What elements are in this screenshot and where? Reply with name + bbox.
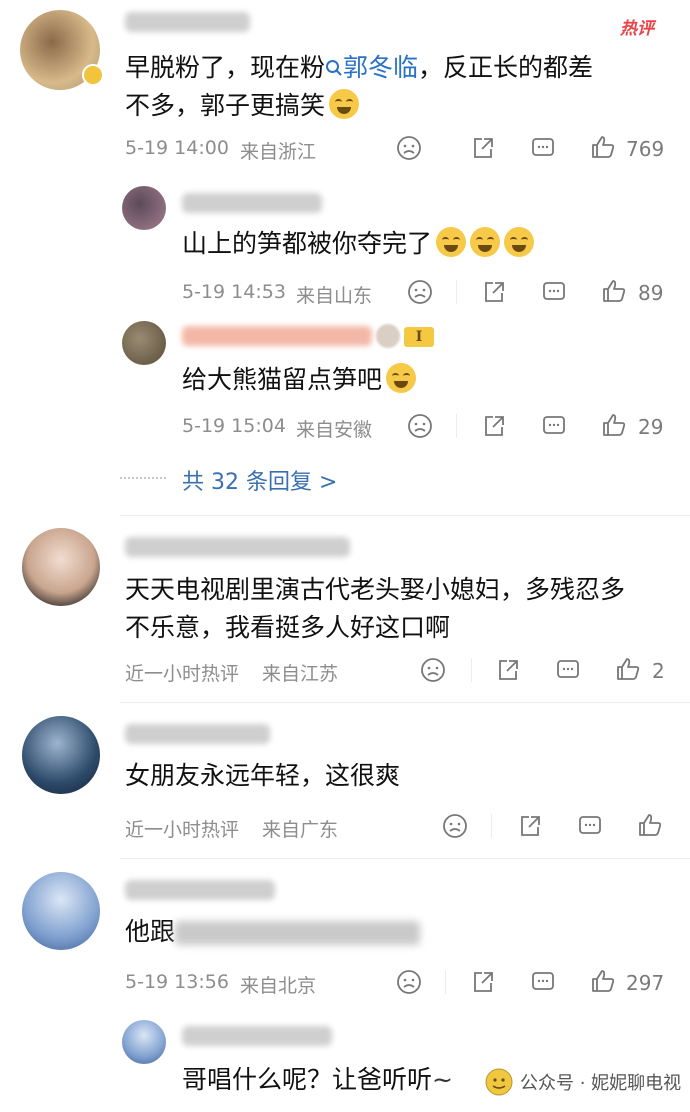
- like-icon[interactable]: [601, 412, 627, 438]
- comment-time: 近一小时热评: [125, 663, 240, 685]
- crying-emoji: [386, 363, 417, 393]
- like-count: 2: [652, 659, 665, 683]
- comment-icon[interactable]: [541, 279, 567, 305]
- like-icon[interactable]: [590, 134, 616, 160]
- like-icon[interactable]: [637, 812, 663, 838]
- like-icon[interactable]: [615, 656, 641, 682]
- laughing-emoji: [504, 227, 535, 257]
- reply-time: 5-19 15:04: [182, 415, 286, 437]
- avatar-small: [376, 324, 400, 348]
- comment-icon[interactable]: [541, 413, 567, 439]
- comment-text: 女朋友永远年轻，这很爽: [125, 761, 401, 790]
- divider: [456, 280, 457, 304]
- like-count: 769: [626, 137, 665, 161]
- laughing-emoji: [329, 89, 360, 119]
- dislike-icon[interactable]: [420, 657, 446, 683]
- comment-location: 来自广东: [262, 819, 339, 841]
- divider: [445, 970, 446, 994]
- share-icon[interactable]: [495, 657, 521, 683]
- dotted-line: [120, 477, 166, 479]
- comment-icon[interactable]: [577, 813, 603, 839]
- like-count: 297: [626, 971, 665, 995]
- blurred-text: [175, 921, 421, 945]
- username[interactable]: [182, 326, 372, 346]
- divider: [120, 515, 690, 516]
- username[interactable]: [125, 880, 275, 900]
- comment-time: 5-19 14:00: [125, 137, 229, 159]
- comment-text-line2: 不乐意，我看挺多人好这口啊: [125, 613, 451, 642]
- share-icon[interactable]: [517, 813, 543, 839]
- avatar[interactable]: [122, 321, 166, 365]
- username[interactable]: [182, 193, 322, 213]
- comment-text: 早脱粉了，现在粉 郭冬临，反正长的都差: [125, 53, 594, 82]
- vip-badge-icon: [82, 64, 104, 86]
- comment-icon[interactable]: [530, 969, 556, 995]
- comment-location: 来自浙江: [240, 141, 317, 163]
- reply-text: 山上的笋都被你夺完了: [182, 226, 535, 262]
- comment-location: 来自江苏: [262, 663, 339, 685]
- dislike-icon[interactable]: [396, 135, 422, 161]
- share-icon[interactable]: [470, 969, 496, 995]
- comment-icon[interactable]: [530, 135, 556, 161]
- more-replies-link[interactable]: 共 32 条回复 >: [182, 464, 337, 496]
- divider: [456, 414, 457, 438]
- comment-time: 5-19 13:56: [125, 971, 229, 993]
- laughing-emoji: [470, 227, 501, 257]
- like-count: 89: [638, 281, 664, 305]
- watermark: 公众号 · 妮妮聊电视: [484, 1067, 681, 1097]
- username[interactable]: [182, 1026, 332, 1046]
- dislike-icon[interactable]: [407, 279, 433, 305]
- share-icon[interactable]: [481, 279, 507, 305]
- comment-text: 天天电视剧里演古代老头娶小媳妇，多残忍多: [125, 575, 626, 604]
- comment-location: 来自北京: [240, 975, 317, 997]
- search-icon: [326, 60, 342, 76]
- level-badge: I: [404, 327, 434, 347]
- avatar[interactable]: [122, 1020, 166, 1064]
- dislike-icon[interactable]: [442, 813, 468, 839]
- divider: [120, 858, 690, 859]
- divider: [471, 658, 472, 682]
- hot-comment-badge: 热评: [620, 19, 654, 39]
- comment-icon[interactable]: [555, 657, 581, 683]
- share-icon[interactable]: [470, 135, 496, 161]
- avatar[interactable]: [22, 872, 100, 950]
- avatar[interactable]: [122, 186, 166, 230]
- reply-time: 5-19 14:53: [182, 281, 286, 303]
- reply-location: 来自山东: [296, 285, 373, 307]
- comment-text-line2: 不多，郭子更搞笑: [125, 88, 360, 124]
- divider: [491, 814, 492, 838]
- tilde-wave: ~: [432, 1065, 453, 1094]
- reply-text: 给大熊猫留点笋吧: [182, 362, 417, 398]
- wechat-official-account-icon: [485, 1068, 513, 1096]
- username[interactable]: [125, 724, 270, 744]
- comment-time: 近一小时热评: [125, 819, 240, 841]
- like-count: 29: [638, 415, 664, 439]
- divider: [120, 702, 690, 703]
- avatar[interactable]: [22, 528, 100, 606]
- share-icon[interactable]: [481, 413, 507, 439]
- reply-location: 来自安徽: [296, 419, 373, 441]
- reply-text: 哥唱什么呢？让爸听听~: [182, 1065, 453, 1094]
- avatar[interactable]: [22, 716, 100, 794]
- username[interactable]: [125, 537, 350, 557]
- like-icon[interactable]: [590, 968, 616, 994]
- comment-text: 他跟: [125, 914, 421, 950]
- dislike-icon[interactable]: [396, 969, 422, 995]
- dislike-icon[interactable]: [407, 413, 433, 439]
- mention-link[interactable]: 郭冬临: [325, 53, 418, 82]
- laughing-emoji: [436, 227, 467, 257]
- like-icon[interactable]: [601, 278, 627, 304]
- username[interactable]: [125, 12, 250, 32]
